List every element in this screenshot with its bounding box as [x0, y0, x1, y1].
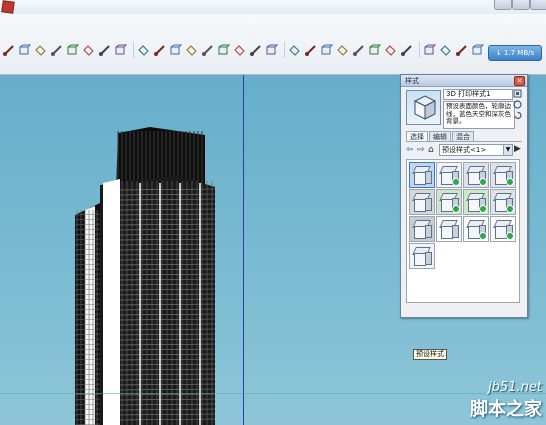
style-thumbnail[interactable] [436, 216, 462, 242]
3d-warehouse-tool-icon[interactable] [439, 44, 452, 57]
cube-side [425, 198, 432, 211]
green-axis-line [0, 393, 546, 394]
extension-warehouse-tool-icon[interactable] [455, 44, 468, 57]
chevron-down-icon[interactable]: ▼ [503, 145, 512, 155]
collection-dropdown-value: 预设样式<1> [442, 146, 487, 154]
style-thumbnail[interactable] [409, 243, 435, 269]
watermark: jb51.net 脚本之家 [470, 380, 542, 421]
style-tooltip: 预设样式 [413, 349, 447, 360]
in-model-check-icon [479, 205, 487, 213]
tab-edit[interactable]: 编辑 [429, 131, 451, 141]
forward-arrow-icon[interactable]: ⇨ [417, 145, 425, 155]
style-thumbnail[interactable] [490, 189, 516, 215]
position-camera-tool-icon[interactable] [423, 44, 437, 57]
styles-panel-title: 样式 [405, 77, 419, 85]
rotate-tool-icon[interactable] [137, 44, 150, 57]
style-thumbnail[interactable] [436, 189, 462, 215]
style-thumbnail[interactable] [409, 189, 435, 215]
paint-tool-icon[interactable] [34, 44, 47, 57]
cube-side [425, 171, 432, 184]
minimize-button[interactable] [494, 0, 512, 10]
cube-preview-icon [413, 95, 437, 120]
walk-tool-icon[interactable] [384, 44, 397, 57]
window-title-strip [0, 0, 546, 15]
network-speed-badge: ↓ 1.7 MB/s [488, 45, 542, 61]
protractor-tool-icon[interactable] [233, 44, 246, 57]
dimension-tool-icon[interactable] [217, 44, 231, 57]
style-thumbnail[interactable] [463, 189, 489, 215]
white-band [103, 179, 120, 425]
in-model-check-icon [506, 232, 514, 240]
push-pull-tool-icon[interactable] [98, 44, 111, 57]
blue-axis-line [243, 75, 244, 425]
style-thumbnail[interactable] [409, 216, 435, 242]
orbit-tool-icon[interactable] [304, 44, 317, 57]
zoom-window-tool-icon[interactable] [352, 44, 365, 57]
main-toolbar: ↓ 1.7 MB/s [0, 14, 546, 75]
update-style-icon[interactable] [513, 100, 522, 109]
maximize-button[interactable] [512, 0, 530, 10]
in-model-check-icon [479, 232, 487, 240]
style-preview-thumbnail[interactable] [406, 90, 441, 125]
zoom-extents-tool-icon[interactable] [368, 44, 382, 57]
refresh-style-icon[interactable] [513, 111, 522, 120]
text-tool-icon[interactable] [249, 44, 262, 57]
in-model-check-icon [452, 178, 460, 186]
rectangle-tool-icon[interactable] [82, 44, 95, 57]
axes-tool-icon[interactable] [265, 44, 279, 57]
style-description-field[interactable]: 预设表面颜色，轮廓边线，蓝色天空和深灰色背景。 [443, 101, 515, 129]
style-thumbnail[interactable] [490, 162, 516, 188]
scale-tool-icon[interactable] [185, 44, 198, 57]
style-thumbnail[interactable] [463, 162, 489, 188]
in-model-check-icon [479, 178, 487, 186]
in-model-check-icon [506, 178, 514, 186]
offset-tool-icon[interactable] [153, 44, 166, 57]
line-tool-icon[interactable] [50, 44, 63, 57]
tab-select[interactable]: 选择 [406, 131, 428, 141]
style-name-field[interactable]: 3D 打印样式1 [443, 89, 513, 100]
eraser-tool-icon[interactable] [18, 44, 32, 57]
style-thumbnail[interactable] [409, 162, 435, 188]
collection-nav-row: ⇦ ⇨ ⌂ 预设样式<1> ▼ ▶ [406, 144, 522, 156]
watermark-name: 脚本之家 [470, 399, 542, 420]
close-window-button[interactable] [530, 0, 546, 10]
cube-side [425, 252, 432, 265]
style-thumbnail-grid: 预设样式 [406, 159, 520, 360]
select-tool-icon[interactable] [2, 44, 15, 57]
details-arrow-icon[interactable]: ▶ [514, 144, 521, 154]
tool-row [2, 40, 487, 60]
look-around-tool-icon[interactable] [400, 44, 413, 57]
styles-tab-row: 选择 编辑 混合 [406, 131, 475, 141]
watermark-site: jb51.net [488, 380, 542, 395]
follow-me-tool-icon[interactable] [169, 44, 183, 57]
zoom-tool-icon[interactable] [336, 44, 349, 57]
sketchup-app-icon[interactable] [1, 0, 15, 14]
cube-side [452, 225, 459, 238]
move-tool-icon[interactable] [114, 44, 128, 57]
in-model-check-icon [506, 205, 514, 213]
cube-side [425, 225, 432, 238]
create-style-icon[interactable] [513, 89, 522, 98]
toolbar-separator [419, 42, 420, 58]
style-thumbnail[interactable] [436, 162, 462, 188]
tab-mix[interactable]: 混合 [452, 131, 474, 141]
styles-panel: 样式 ✕ 3D 打印样式1 预设表面颜色，轮廓边线，蓝色天空和深灰色背景。 选择… [400, 74, 528, 360]
tab-divider [406, 141, 522, 142]
styles-panel-titlebar[interactable]: 样式 ✕ [401, 75, 527, 87]
toolbar-separator [133, 42, 134, 58]
style-thumbnail[interactable] [463, 216, 489, 242]
section-tool-icon[interactable] [288, 44, 301, 57]
arc-tool-icon[interactable] [66, 44, 80, 57]
style-thumbnail[interactable] [490, 216, 516, 242]
styles-panel-close-button[interactable]: ✕ [514, 76, 525, 86]
collection-dropdown[interactable]: 预设样式<1> ▼ [439, 144, 513, 156]
home-icon[interactable]: ⌂ [428, 145, 434, 155]
pan-tool-icon[interactable] [320, 44, 334, 57]
layout-tool-icon[interactable] [471, 44, 485, 57]
back-arrow-icon[interactable]: ⇦ [406, 145, 414, 155]
toolbar-separator [284, 42, 285, 58]
in-model-check-icon [452, 205, 460, 213]
tape-tool-icon[interactable] [201, 44, 214, 57]
